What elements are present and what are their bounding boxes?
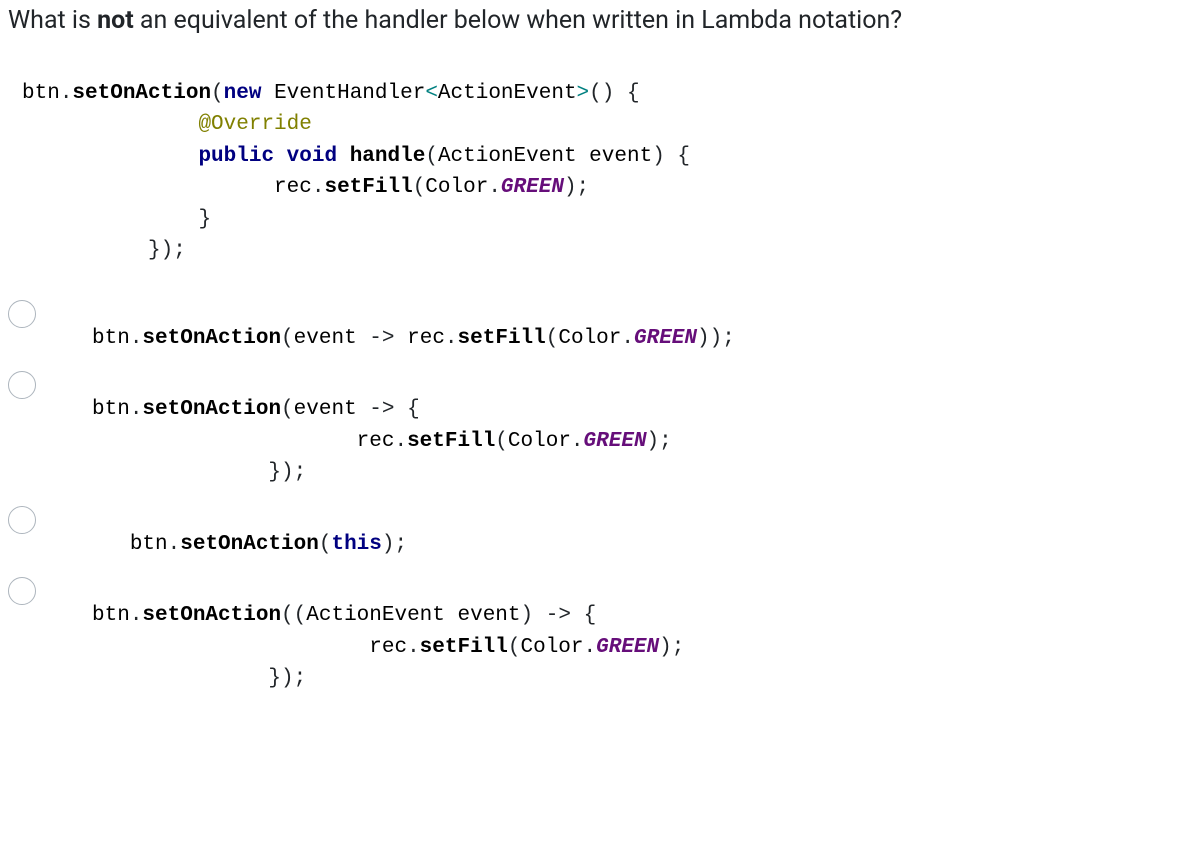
tok-ActionEvent: ActionEvent: [438, 82, 577, 105]
tok-EventHandler: EventHandler: [274, 82, 425, 105]
option-a[interactable]: btn.setOnAction(event -> rec.setFill(Col…: [8, 297, 1180, 355]
option-b-body: btn.setOnAction(event -> { rec.setFill(C…: [36, 368, 672, 489]
question-text: What is not an equivalent of the handler…: [8, 4, 1180, 38]
radio-icon[interactable]: [8, 577, 36, 605]
option-a-body: btn.setOnAction(event -> rec.setFill(Col…: [36, 297, 735, 355]
tok-GREEN: GREEN: [501, 176, 564, 199]
tok-this: this: [331, 533, 381, 556]
option-d-body: btn.setOnAction((ActionEvent event) -> {…: [36, 574, 684, 695]
tok-handle: handle: [350, 145, 426, 168]
tok-setFill: setFill: [324, 176, 412, 199]
question-suffix: an equivalent of the handler below when …: [134, 6, 902, 35]
tok-override: @Override: [198, 113, 311, 136]
radio-icon[interactable]: [8, 506, 36, 534]
radio-icon[interactable]: [8, 371, 36, 399]
question-code-block: btn.setOnAction(new EventHandler<ActionE…: [22, 78, 1180, 267]
option-c[interactable]: btn.setOnAction(this);: [8, 503, 1180, 561]
option-a-code: btn.setOnAction(event -> rec.setFill(Col…: [92, 323, 735, 355]
option-c-body: btn.setOnAction(this);: [36, 503, 407, 561]
tok-public: public: [198, 145, 274, 168]
tok-setOnAction: setOnAction: [72, 82, 211, 105]
option-c-code: btn.setOnAction(this);: [92, 529, 407, 561]
tok-void: void: [287, 145, 337, 168]
tok-btn: btn: [22, 82, 60, 105]
question-bold: not: [97, 6, 134, 35]
options-list: btn.setOnAction(event -> rec.setFill(Col…: [8, 297, 1180, 695]
option-d[interactable]: btn.setOnAction((ActionEvent event) -> {…: [8, 574, 1180, 695]
option-b-code: btn.setOnAction(event -> { rec.setFill(C…: [92, 394, 672, 489]
option-d-code: btn.setOnAction((ActionEvent event) -> {…: [92, 600, 684, 695]
tok-new: new: [224, 82, 262, 105]
option-b[interactable]: btn.setOnAction(event -> { rec.setFill(C…: [8, 368, 1180, 489]
question-prefix: What is: [8, 6, 97, 35]
radio-icon[interactable]: [8, 300, 36, 328]
